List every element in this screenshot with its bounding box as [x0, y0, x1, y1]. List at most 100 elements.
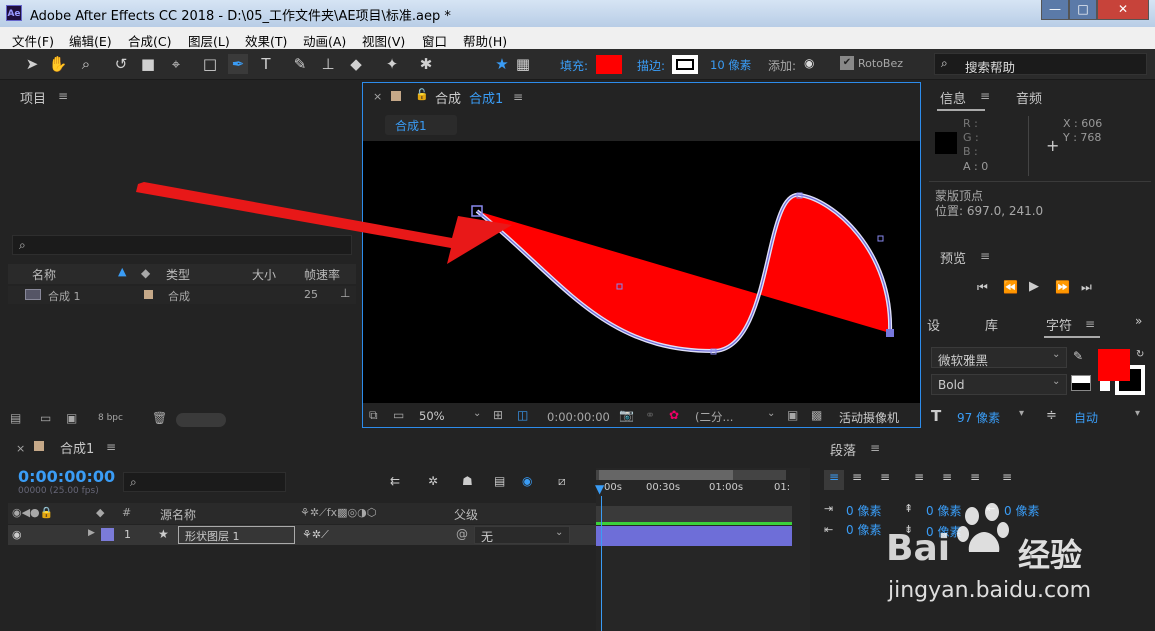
type-tool-icon[interactable]: T [256, 54, 276, 74]
label-color-swatch[interactable] [101, 528, 114, 541]
search-help-box[interactable]: ⌕ 搜索帮助 [934, 53, 1147, 75]
flowchart-icon[interactable]: ⊥ [340, 286, 350, 300]
close-icon[interactable]: × [16, 442, 25, 455]
justify-left-icon[interactable]: ≡ [914, 470, 924, 484]
close-icon[interactable]: × [373, 90, 382, 103]
minimize-button[interactable]: — [1041, 0, 1069, 20]
prev-frame-icon[interactable]: ⏪ [1003, 280, 1018, 294]
color-channels-icon[interactable]: ✿ [669, 408, 679, 422]
layer-row[interactable]: ◉ ▶ 1 ★ 形状图层 1 ⚘✲⟋ @ 无 ⌄ [8, 525, 596, 545]
new-comp-icon[interactable]: ▣ [66, 411, 77, 425]
camera-tool-icon[interactable]: ■ [138, 54, 158, 74]
menu-help[interactable]: 帮助(H) [463, 31, 507, 50]
menu-view[interactable]: 视图(V) [362, 31, 405, 50]
camera-select[interactable]: 活动摄像机 [839, 409, 899, 426]
font-style-select[interactable]: Bold ⌄ [931, 374, 1067, 395]
comp-subtab[interactable]: 合成1 [385, 115, 457, 135]
chevron-down-icon[interactable]: ⌄ [473, 408, 481, 419]
add-arrow-icon[interactable]: ◉ [804, 56, 814, 70]
pan-behind-tool-icon[interactable]: ⌖ [166, 54, 186, 74]
comp-mini-flowchart-icon[interactable]: ⇇ [390, 474, 400, 488]
label-tag-icon[interactable]: ◆ [96, 506, 104, 519]
expand-icon[interactable]: » [1135, 314, 1142, 328]
tab-effects[interactable]: 设 [927, 315, 940, 334]
menu-file[interactable]: 文件(F) [12, 31, 54, 50]
indent-right-value[interactable]: 0 像素 [846, 521, 881, 538]
mask-visibility-icon[interactable]: ◫ [517, 408, 528, 422]
info-tab[interactable]: 信息 [940, 88, 966, 107]
font-family-select[interactable]: 微软雅黑 ⌄ [931, 347, 1067, 368]
rotobezier-checkbox[interactable]: ✔ [840, 56, 854, 70]
align-center-icon[interactable]: ≡ [852, 470, 862, 484]
menu-animation[interactable]: 动画(A) [303, 31, 346, 50]
zoom-tool-icon[interactable]: ⌕ [76, 54, 96, 74]
tab-character[interactable]: 字符 [1046, 315, 1072, 334]
font-size-value[interactable]: 97 像素 [957, 409, 1000, 426]
folder-icon[interactable]: ▭ [40, 411, 51, 425]
menu-composition[interactable]: 合成(C) [128, 31, 171, 50]
first-frame-icon[interactable]: ⏮ [977, 280, 988, 295]
rectangle-tool-icon[interactable]: □ [200, 54, 220, 74]
always-preview-icon[interactable]: ⧉ [369, 408, 378, 423]
add-label[interactable]: 添加: [768, 57, 796, 74]
layer-duration-bar[interactable] [596, 526, 792, 546]
search-help-input[interactable]: 搜索帮助 [965, 57, 1015, 76]
eyedropper-icon[interactable]: ✎ [1073, 349, 1083, 363]
default-colors-icon[interactable] [1100, 381, 1110, 391]
menu-icon[interactable]: ≡ [870, 441, 880, 455]
menu-icon[interactable]: ≡ [106, 440, 116, 454]
monitor-icon[interactable]: ▭ [393, 408, 404, 422]
motion-blur-icon[interactable]: ◉ [522, 474, 532, 488]
fill-label[interactable]: 填充: [560, 57, 588, 74]
bpc-label[interactable]: 8 bpc [98, 413, 123, 423]
brush-tool-icon[interactable]: ✎ [290, 54, 310, 74]
clone-stamp-tool-icon[interactable]: ⊥ [318, 54, 338, 74]
justify-right-icon[interactable]: ≡ [970, 470, 980, 484]
region-of-interest-icon[interactable]: ▣ [787, 408, 798, 422]
stroke-label[interactable]: 描边: [637, 57, 665, 74]
timeline-track-area[interactable]: 00s 00:30s 01:00s 01: ▼ [595, 468, 810, 631]
align-left-icon[interactable]: ≡ [824, 470, 844, 490]
audio-tab[interactable]: 音频 [1016, 88, 1042, 107]
expand-arrow-icon[interactable]: ▶ [88, 528, 95, 538]
graph-editor-icon[interactable]: ⧄ [558, 474, 566, 489]
star-icon[interactable]: ★ [492, 54, 512, 74]
eye-icon[interactable]: ◉ [12, 528, 22, 541]
selection-tool-icon[interactable]: ➤ [22, 54, 42, 74]
maximize-button[interactable]: □ [1069, 0, 1097, 20]
eraser-tool-icon[interactable]: ◆ [346, 54, 366, 74]
trash-icon[interactable]: 🗑 [152, 411, 167, 425]
interpret-footage-icon[interactable]: ▤ [10, 411, 21, 425]
layer-switches-icon[interactable]: ⚘✲⟋fx▩◎◑⬡ [300, 506, 376, 520]
playhead-icon[interactable]: ▼ [595, 482, 604, 496]
transparency-grid-icon[interactable]: ▩ [811, 408, 822, 422]
grid-icon[interactable]: ⊞ [493, 408, 503, 422]
justify-center-icon[interactable]: ≡ [942, 470, 952, 484]
pen-tool-icon[interactable]: ✒ [228, 54, 248, 74]
lock-icon[interactable]: 🔓 [415, 88, 429, 101]
tab-library[interactable]: 库 [985, 315, 998, 334]
menu-icon[interactable]: ≡ [58, 89, 68, 103]
col-name[interactable]: 名称 [32, 266, 56, 283]
chevron-down-icon[interactable]: ▾ [1019, 408, 1024, 419]
hand-tool-icon[interactable]: ✋ [48, 54, 68, 74]
scroll-slider[interactable] [176, 413, 226, 427]
justify-all-icon[interactable]: ≡ [1002, 470, 1012, 484]
comp-tab-name[interactable]: 合成1 [469, 88, 503, 107]
chevron-down-icon[interactable]: ⌄ [767, 408, 775, 419]
layer-name[interactable]: 形状图层 1 [178, 526, 295, 544]
frame-blending-icon[interactable]: ▤ [494, 474, 505, 488]
no-fill-swatch[interactable] [1071, 375, 1091, 391]
draft-3d-icon[interactable]: ✲ [428, 474, 438, 488]
show-snapshot-icon[interactable]: ⚭ [645, 408, 655, 422]
stroke-color-swatch[interactable] [672, 55, 698, 74]
current-timecode[interactable]: 0:00:00:00 [18, 467, 115, 486]
menu-icon[interactable]: ≡ [980, 89, 990, 103]
indent-left-value[interactable]: 0 像素 [846, 502, 881, 519]
zoom-select[interactable]: 50% [419, 409, 445, 423]
checkerboard-icon[interactable]: ▦ [513, 54, 533, 74]
menu-icon[interactable]: ≡ [980, 249, 990, 263]
menu-layer[interactable]: 图层(L) [188, 31, 230, 50]
puppet-tool-icon[interactable]: ✱ [416, 54, 436, 74]
menu-window[interactable]: 窗口 [422, 31, 447, 50]
